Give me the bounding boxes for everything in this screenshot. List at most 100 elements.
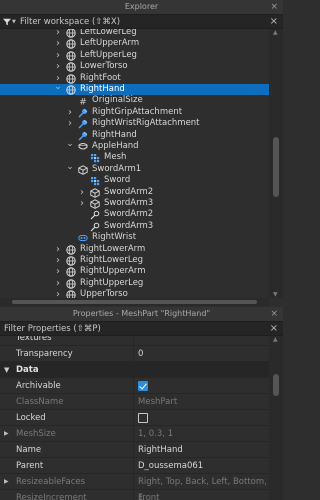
properties-filter-bar[interactable]: Filter Properties (⇧⌘P) × [0,321,283,336]
tree-item-leftupperleg[interactable]: › LeftUpperLeg [0,50,269,61]
property-textures[interactable]: Textures [0,336,269,346]
tree-item-righthand[interactable]: ⌄ RightHand [0,83,269,96]
checkbox[interactable] [138,413,148,423]
chevron-right-icon[interactable]: › [54,266,62,277]
tree-item-rightlowerleg[interactable]: › RightLowerLeg [0,255,269,266]
filter-icon[interactable] [3,18,11,26]
tree-item-swordarm3[interactable]: › SwordArm3 [0,198,269,209]
tree-item-swordarm1[interactable]: ⌄ SwordArm1 [0,162,269,175]
explorer-filter-bar[interactable]: ▼ Filter workspace (⇧⌘X) × [0,14,283,29]
column-divider[interactable] [133,336,134,346]
column-divider[interactable] [133,458,134,474]
explorer-filter-input[interactable]: Filter workspace (⇧⌘X) [20,15,120,29]
chevron-right-icon[interactable]: › [54,61,62,72]
property-parent[interactable]: Parent D_oussema061 [0,458,269,474]
chevron-right-icon[interactable]: › [78,198,86,209]
attachment-icon [78,131,88,141]
column-divider[interactable] [133,474,134,490]
explorer-scroll-thumb[interactable] [273,137,279,197]
properties-close-icon[interactable]: × [270,307,278,321]
tree-item-rightupperleg[interactable]: › RightUpperLeg [0,278,269,289]
scroll-up-icon[interactable]: ▲ [273,336,278,343]
tree-item-rightlowerarm[interactable]: › RightLowerArm [0,244,269,255]
tree-item-righthand[interactable]: RightHand [0,130,269,141]
properties-vertical-scrollbar[interactable]: ▲ [269,336,283,500]
property-meshsize[interactable]: ▶ MeshSize 1, 0.3, 1 [0,426,269,442]
explorer-filter-clear-icon[interactable]: × [270,15,278,29]
column-divider[interactable] [133,490,134,500]
property-value[interactable]: RightHand [138,442,183,458]
tree-item-rightupperarm[interactable]: › RightUpperArm [0,266,269,277]
tree-item-originalsize[interactable]: # OriginalSize [0,95,269,108]
scroll-down-icon[interactable]: ▼ [273,291,278,298]
chevron-right-icon[interactable]: › [54,50,62,61]
column-divider[interactable] [133,426,134,442]
filter-dropdown-icon[interactable]: ▼ [12,15,16,29]
tree-item-lowertorso[interactable]: › LowerTorso [0,61,269,72]
tree-item-leftlowerleg[interactable]: › LeftLowerLeg [0,29,269,38]
property-resizeablefaces[interactable]: ▶ ResizeableFaces Right, Top, Back, Left, … [0,474,269,500]
explorer-close-icon[interactable]: × [270,0,278,14]
column-divider[interactable] [133,442,134,458]
property-resizeincrement[interactable]: ResizeIncrement 1 [0,490,269,500]
tree-item-label: RightWrist [92,232,137,243]
chevron-right-icon[interactable]: › [66,107,74,118]
properties-filter-input[interactable]: Filter Properties (⇧⌘P) [4,322,101,336]
tree-item-rightwrist[interactable]: RightWrist [0,232,269,243]
property-classname[interactable]: ClassName MeshPart [0,394,269,410]
properties-scroll-thumb[interactable] [273,374,279,396]
explorer-horizontal-scrollbar[interactable] [0,298,269,306]
tree-item-sword[interactable]: Sword [0,175,269,186]
tree-item-label: UpperTorso [80,289,128,298]
chevron-down-icon[interactable]: ⌄ [66,162,74,171]
tree-item-rightwristrigattachment[interactable]: › RightWristRigAttachment [0,118,269,129]
tree-item-applehand[interactable]: ⌄ AppleHand [0,140,269,152]
tree-item-rightfoot[interactable]: › RightFoot [0,73,269,84]
chevron-down-icon[interactable]: ▼ [4,362,9,378]
tree-item-swordarm2[interactable]: › SwordArm2 [0,187,269,198]
section-data[interactable]: ▼ Data [0,362,269,378]
chevron-right-icon[interactable]: › [54,244,62,255]
tree-item-rightgripattachment[interactable]: › RightGripAttachment [0,107,269,118]
property-value[interactable]: 0 [138,346,143,362]
column-divider[interactable] [133,346,134,362]
column-divider[interactable] [133,378,134,394]
chevron-right-icon[interactable]: › [54,38,62,49]
tree-item-label: LeftLowerLeg [80,29,137,37]
chevron-right-icon[interactable]: ▶ [4,426,9,442]
chevron-right-icon[interactable]: › [54,255,62,266]
chevron-right-icon[interactable]: › [66,118,74,129]
chevron-right-icon[interactable]: › [54,289,62,298]
column-divider[interactable] [133,394,134,410]
explorer-vertical-scrollbar[interactable]: ▲ ▼ [269,29,283,298]
property-archivable[interactable]: Archivable [0,378,269,394]
tree-item-swordarm3[interactable]: SwordArm3 [0,221,269,232]
tree-item-label: AppleHand [92,141,139,151]
chevron-right-icon[interactable]: › [54,29,62,38]
chevron-right-icon[interactable]: › [78,187,86,198]
property-name[interactable]: Name RightHand [0,442,269,458]
property-name: Textures [16,336,52,343]
weld-icon [90,210,100,220]
column-divider[interactable] [133,410,134,426]
tree-item-label: RightWristRigAttachment [92,118,200,129]
chevron-right-icon[interactable]: › [54,278,62,289]
property-value[interactable]: D_oussema061 [138,458,203,474]
model-icon [90,199,100,209]
property-name: Transparency [16,349,73,359]
scroll-up-icon[interactable]: ▲ [273,29,278,36]
tree-item-mesh[interactable]: Mesh [0,152,269,163]
property-transparency[interactable]: Transparency 0 [0,346,269,362]
property-name: Locked [16,413,46,423]
tree-item-uppertorso[interactable]: › UpperTorso [0,289,269,298]
tree-item-leftupperarm[interactable]: › LeftUpperArm [0,38,269,49]
svg-text:#: # [79,98,87,107]
tree-item-swordarm2[interactable]: SwordArm2 [0,209,269,220]
chevron-right-icon[interactable]: ▶ [4,474,9,490]
chevron-down-icon[interactable]: ⌄ [54,83,62,92]
explorer-hscroll-thumb[interactable] [12,300,257,304]
checkbox[interactable] [138,381,148,391]
properties-filter-clear-icon[interactable]: × [270,322,278,336]
property-locked[interactable]: Locked [0,410,269,426]
chevron-down-icon[interactable]: ⌄ [66,140,74,149]
